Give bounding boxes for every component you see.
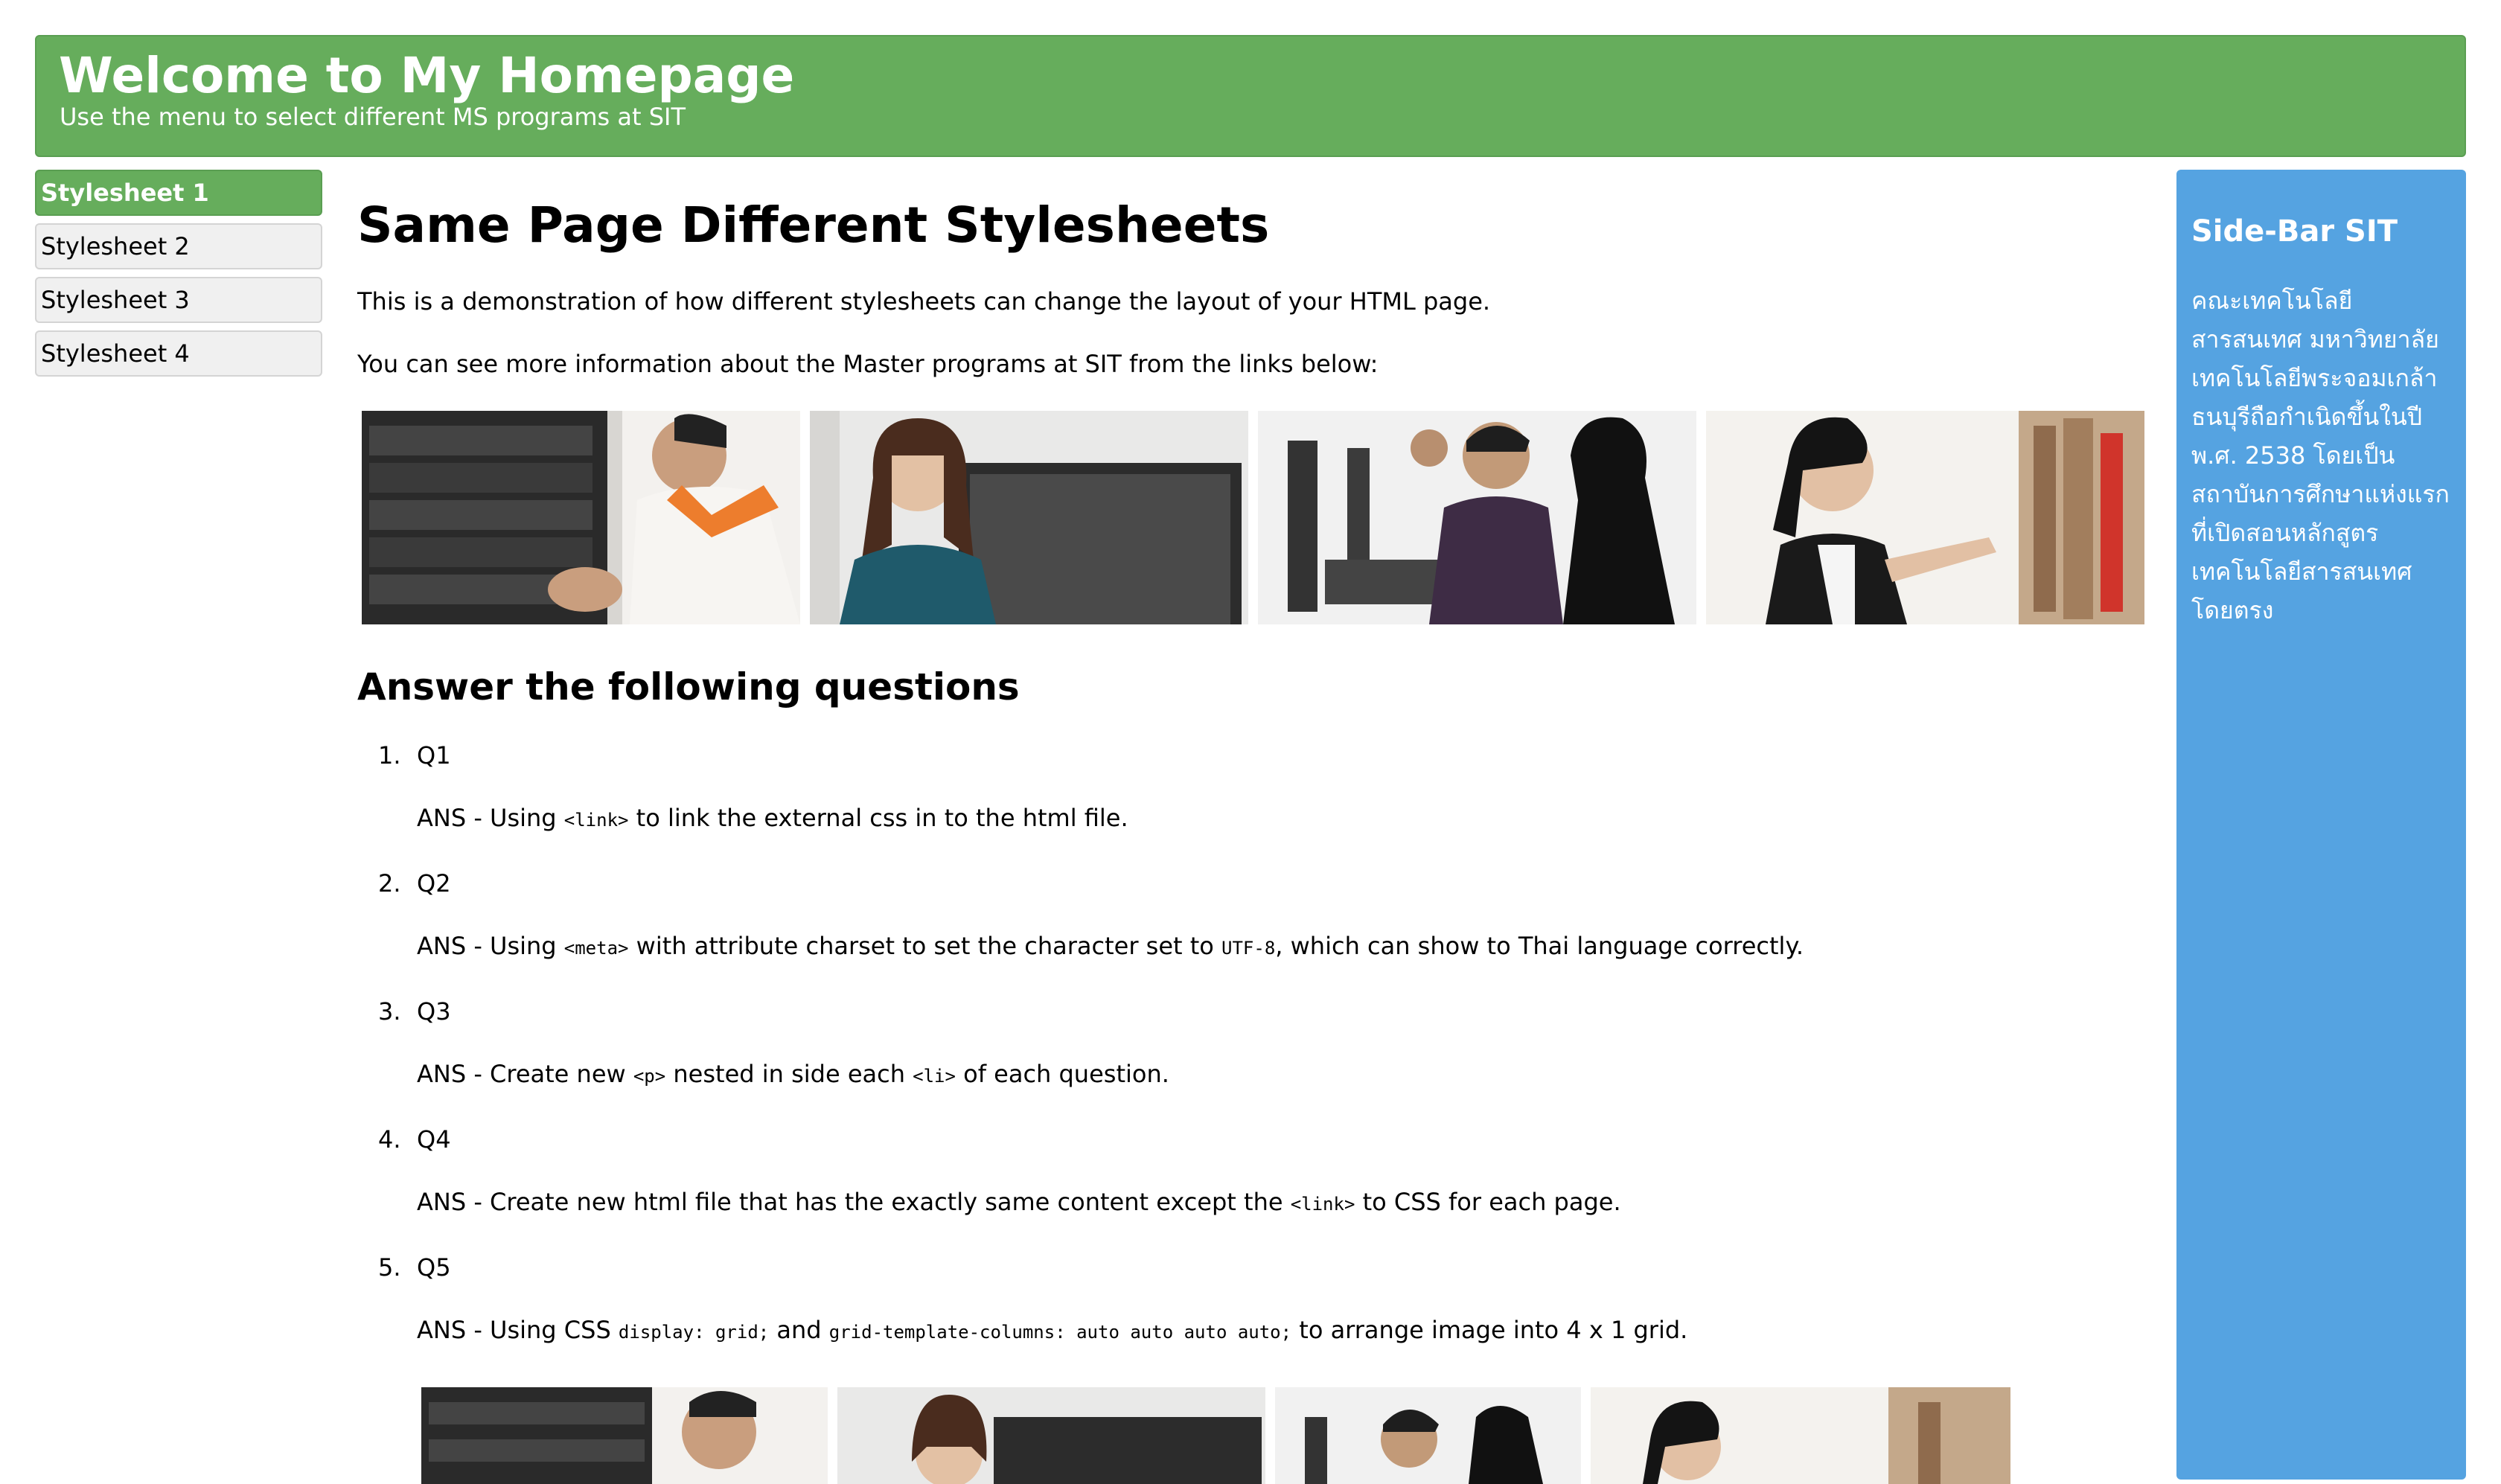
questions-heading: Answer the following questions	[357, 665, 1020, 709]
question-number: 2.	[378, 869, 401, 898]
question-label: Q4	[417, 1125, 451, 1154]
page-header: Welcome to My Homepage Use the menu to s…	[35, 35, 2466, 157]
site-subtitle: Use the menu to select different MS prog…	[60, 103, 686, 131]
woman-at-bookshelf-photo[interactable]	[1706, 411, 2144, 624]
computer-lab-photo[interactable]	[1275, 1387, 1581, 1484]
question-number: 5.	[378, 1253, 401, 1282]
page-title: Same Page Different Stylesheets	[357, 196, 1270, 254]
intro-paragraph: This is a demonstration of how different…	[357, 287, 1491, 316]
menu-item-stylesheet-1[interactable]: Stylesheet 1	[35, 170, 322, 216]
question-number: 4.	[378, 1125, 401, 1154]
sidebar-text: คณะเทคโนโลยีสารสนเทศ มหาวิทยาลัยเทคโนโลย…	[2191, 287, 2450, 624]
question-number: 1.	[378, 741, 401, 770]
woman-at-computer-photo[interactable]	[810, 411, 1248, 624]
server-rack-photo[interactable]	[362, 411, 800, 624]
question-label: Q1	[417, 741, 451, 770]
menu-item-stylesheet-3[interactable]: Stylesheet 3	[35, 277, 322, 323]
answer-text: ANS - Create new html file that has the …	[417, 1188, 1621, 1216]
answer-text: ANS - Using <link> to link the external …	[417, 804, 1128, 832]
question-label: Q2	[417, 869, 451, 898]
server-rack-photo[interactable]	[421, 1387, 828, 1484]
answer-text: ANS - Using <meta> with attribute charse…	[417, 932, 1804, 960]
answer-text: ANS - Create new <p> nested in side each…	[417, 1060, 1169, 1088]
sidebar-title: Side-Bar SIT	[2191, 214, 2398, 249]
answer-image-gallery	[421, 1387, 2010, 1484]
stylesheet-menu: Stylesheet 1 Stylesheet 2 Stylesheet 3 S…	[35, 170, 322, 384]
site-title: Welcome to My Homepage	[59, 47, 795, 104]
links-paragraph: You can see more information about the M…	[357, 350, 1379, 378]
menu-item-stylesheet-2[interactable]: Stylesheet 2	[35, 223, 322, 269]
question-number: 3.	[378, 997, 401, 1026]
program-image-gallery	[362, 411, 2144, 624]
question-label: Q5	[417, 1253, 451, 1282]
question-label: Q3	[417, 997, 451, 1026]
sidebar: Side-Bar SIT คณะเทคโนโลยีสารสนเทศ มหาวิท…	[2176, 170, 2466, 1480]
answer-text: ANS - Using CSS display: grid; and grid-…	[417, 1316, 1688, 1344]
woman-at-computer-photo[interactable]	[837, 1387, 1265, 1484]
woman-at-bookshelf-photo[interactable]	[1591, 1387, 2010, 1484]
menu-item-stylesheet-4[interactable]: Stylesheet 4	[35, 330, 322, 377]
computer-lab-photo[interactable]	[1258, 411, 1696, 624]
